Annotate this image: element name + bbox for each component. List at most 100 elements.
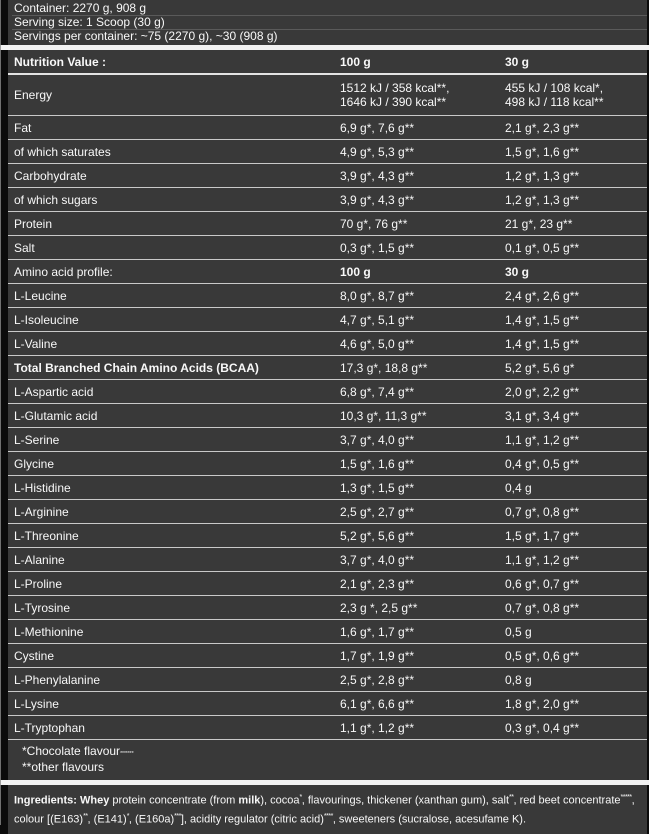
row-value-30g: 1,5 g*, 1,7 g**	[505, 529, 647, 543]
table-row: L-Isoleucine 4,7 g*, 5,1 g** 1,4 g*, 1,5…	[8, 308, 647, 332]
table-row: L-Valine 4,6 g*, 5,0 g** 1,4 g*, 1,5 g**	[8, 332, 647, 356]
row-label: of which saturates	[8, 145, 340, 159]
table-row: L-Lysine 6,1 g*, 6,6 g** 1,8 g*, 2,0 g**	[8, 692, 647, 716]
row-label: Cystine	[8, 649, 340, 663]
ingredient-text: , (E141)	[88, 813, 127, 825]
row-value-100g: 6,8 g*, 7,4 g**	[340, 385, 505, 399]
row-label: L-Methionine	[8, 625, 340, 639]
table-row: of which sugars 3,9 g*, 4,3 g** 1,2 g*, …	[8, 188, 647, 212]
row-label: L-Histidine	[8, 481, 340, 495]
row-value-100g: 3,9 g*, 4,3 g**	[340, 169, 505, 183]
table-row: Total Branched Chain Amino Acids (BCAA) …	[8, 356, 647, 380]
table-header-row: Nutrition Value : 100 g 30 g	[8, 50, 647, 75]
footnote-chocolate: *Chocolate flavour*******	[22, 745, 647, 761]
row-label: L-Tyrosine	[8, 601, 340, 615]
table-row: Energy 1512 kJ / 358 kcal**,1646 kJ / 39…	[8, 75, 647, 116]
table-body: Energy 1512 kJ / 358 kcal**,1646 kJ / 39…	[8, 75, 647, 740]
table-row: Glycine 1,5 g*, 1,6 g** 0,4 g*, 0,5 g**	[8, 452, 647, 476]
row-label: L-Glutamic acid	[8, 409, 340, 423]
nutrition-table: Nutrition Value : 100 g 30 g Energy 1512…	[8, 50, 647, 780]
row-value-100g: 6,1 g*, 6,6 g**	[340, 697, 505, 711]
row-value-100g: 4,6 g*, 5,0 g**	[340, 337, 505, 351]
row-value-30g: 1,2 g*, 1,3 g**	[505, 193, 647, 207]
row-label: Salt	[8, 241, 340, 255]
row-value-30g: 0,4 g	[505, 481, 647, 495]
row-value-30g: 1,2 g*, 1,3 g**	[505, 169, 647, 183]
row-value-100g: 2,3 g *, 2,5 g**	[340, 601, 505, 615]
row-value-30g: 0,1 g*, 0,5 g**	[505, 241, 647, 255]
row-label: L-Leucine	[8, 289, 340, 303]
row-label: L-Serine	[8, 433, 340, 447]
row-value-100g: 100 g	[340, 265, 505, 279]
table-row: Cystine 1,7 g*, 1,9 g** 0,5 g*, 0,6 g**	[8, 644, 647, 668]
row-label: Fat	[8, 121, 340, 135]
ingredients-paragraph: Ingredients: Whey protein concentrate (f…	[8, 785, 647, 834]
row-value-30g: 0,5 g*, 0,6 g**	[505, 649, 647, 663]
table-row: Carbohydrate 3,9 g*, 4,3 g** 1,2 g*, 1,3…	[8, 164, 647, 188]
row-value-100g: 1,3 g*, 1,5 g**	[340, 481, 505, 495]
row-value-30g: 0,3 g*, 0,4 g**	[505, 721, 647, 735]
row-value-100g: 2,1 g*, 2,3 g**	[340, 577, 505, 591]
servings-per-container-text: Servings per container: ~75 (2270 g), ~3…	[12, 30, 647, 43]
row-value-100g: 0,3 g*, 1,5 g**	[340, 241, 505, 255]
row-value-100g: 5,2 g*, 5,6 g**	[340, 529, 505, 543]
row-value-30g: 0,5 g	[505, 625, 647, 639]
row-label: L-Isoleucine	[8, 313, 340, 327]
row-label: Energy	[8, 88, 340, 102]
footnote-tiny-marks: *******	[120, 751, 134, 757]
table-row: L-Aspartic acid 6,8 g*, 7,4 g** 2,0 g*, …	[8, 380, 647, 404]
table-row: L-Phenylalanine 2,5 g*, 2,8 g** 0,8 g	[8, 668, 647, 692]
row-label: L-Threonine	[8, 529, 340, 543]
table-row: L-Arginine 2,5 g*, 2,7 g** 0,7 g*, 0,8 g…	[8, 500, 647, 524]
row-value-100g: 70 g*, 76 g**	[340, 217, 505, 231]
ingredient-footnote-mark: ***	[174, 813, 181, 820]
row-label: L-Valine	[8, 337, 340, 351]
footnote-other-flavours: **other flavours	[22, 761, 647, 774]
ingredient-text: Whey	[80, 795, 109, 807]
ingredient-text: milk	[238, 795, 260, 807]
left-edge-highlight	[0, 0, 1, 825]
table-row: L-Leucine 8,0 g*, 8,7 g** 2,4 g*, 2,6 g*…	[8, 284, 647, 308]
table-row: L-Proline 2,1 g*, 2,3 g** 0,6 g*, 0,7 g*…	[8, 572, 647, 596]
table-header-title: Nutrition Value :	[8, 55, 340, 69]
row-label: L-Lysine	[8, 697, 340, 711]
row-value-30g: 5,2 g*, 5,6 g*	[505, 361, 647, 375]
table-row: L-Tyrosine 2,3 g *, 2,5 g** 0,7 g*, 0,8 …	[8, 596, 647, 620]
row-value-30g: 0,8 g	[505, 673, 647, 687]
row-value-30g: 30 g	[505, 265, 647, 279]
serving-size-text: Serving size: 1 Scoop (30 g)	[12, 16, 647, 30]
ingredient-text: ), cocoa	[260, 795, 299, 807]
table-row: L-Alanine 3,7 g*, 4,0 g** 1,1 g*, 1,2 g*…	[8, 548, 647, 572]
ingredient-footnote-mark: *****	[621, 794, 632, 801]
table-row: Salt 0,3 g*, 1,5 g** 0,1 g*, 0,5 g**	[8, 236, 647, 260]
ingredient-text: , sweeteners (sucralose, acesufame K).	[333, 813, 526, 825]
row-value-100g: 3,7 g*, 4,0 g**	[340, 433, 505, 447]
ingredient-text: , (E160a)	[129, 813, 174, 825]
ingredient-text: , red beet concentrate	[513, 795, 620, 807]
row-value-100g: 17,3 g*, 18,8 g**	[340, 361, 505, 375]
ingredient-text: protein concentrate (from	[109, 795, 238, 807]
container-size-text: Container: 2270 g, 908 g	[12, 2, 647, 16]
row-label: Amino acid profile:	[8, 265, 340, 279]
row-label: Carbohydrate	[8, 169, 340, 183]
ingredient-text: ], acidity regulator (citric acid)	[181, 813, 324, 825]
package-info-block: Container: 2270 g, 908 g Serving size: 1…	[8, 0, 647, 45]
row-value-100g: 4,7 g*, 5,1 g**	[340, 313, 505, 327]
row-value-30g: 2,1 g*, 2,3 g**	[505, 121, 647, 135]
table-row: L-Threonine 5,2 g*, 5,6 g** 1,5 g*, 1,7 …	[8, 524, 647, 548]
row-label: L-Alanine	[8, 553, 340, 567]
row-value-30g: 3,1 g*, 3,4 g**	[505, 409, 647, 423]
table-header-col-30g: 30 g	[505, 55, 647, 69]
row-value-30g: 0,7 g*, 0,8 g**	[505, 601, 647, 615]
table-row: L-Tryptophan 1,1 g*, 1,2 g** 0,3 g*, 0,4…	[8, 716, 647, 740]
ingredient-text: Ingredients:	[14, 795, 80, 807]
row-value-100g: 8,0 g*, 8,7 g**	[340, 289, 505, 303]
ingredient-footnote-mark: ****	[324, 813, 333, 820]
row-label: Total Branched Chain Amino Acids (BCAA)	[8, 361, 340, 375]
row-value-100g: 10,3 g*, 11,3 g**	[340, 409, 505, 423]
row-label: L-Phenylalanine	[8, 673, 340, 687]
table-row: Protein 70 g*, 76 g** 21 g*, 23 g**	[8, 212, 647, 236]
row-value-30g: 1,8 g*, 2,0 g**	[505, 697, 647, 711]
row-value-100g: 2,5 g*, 2,8 g**	[340, 673, 505, 687]
table-row: Fat 6,9 g*, 7,6 g** 2,1 g*, 2,3 g**	[8, 116, 647, 140]
